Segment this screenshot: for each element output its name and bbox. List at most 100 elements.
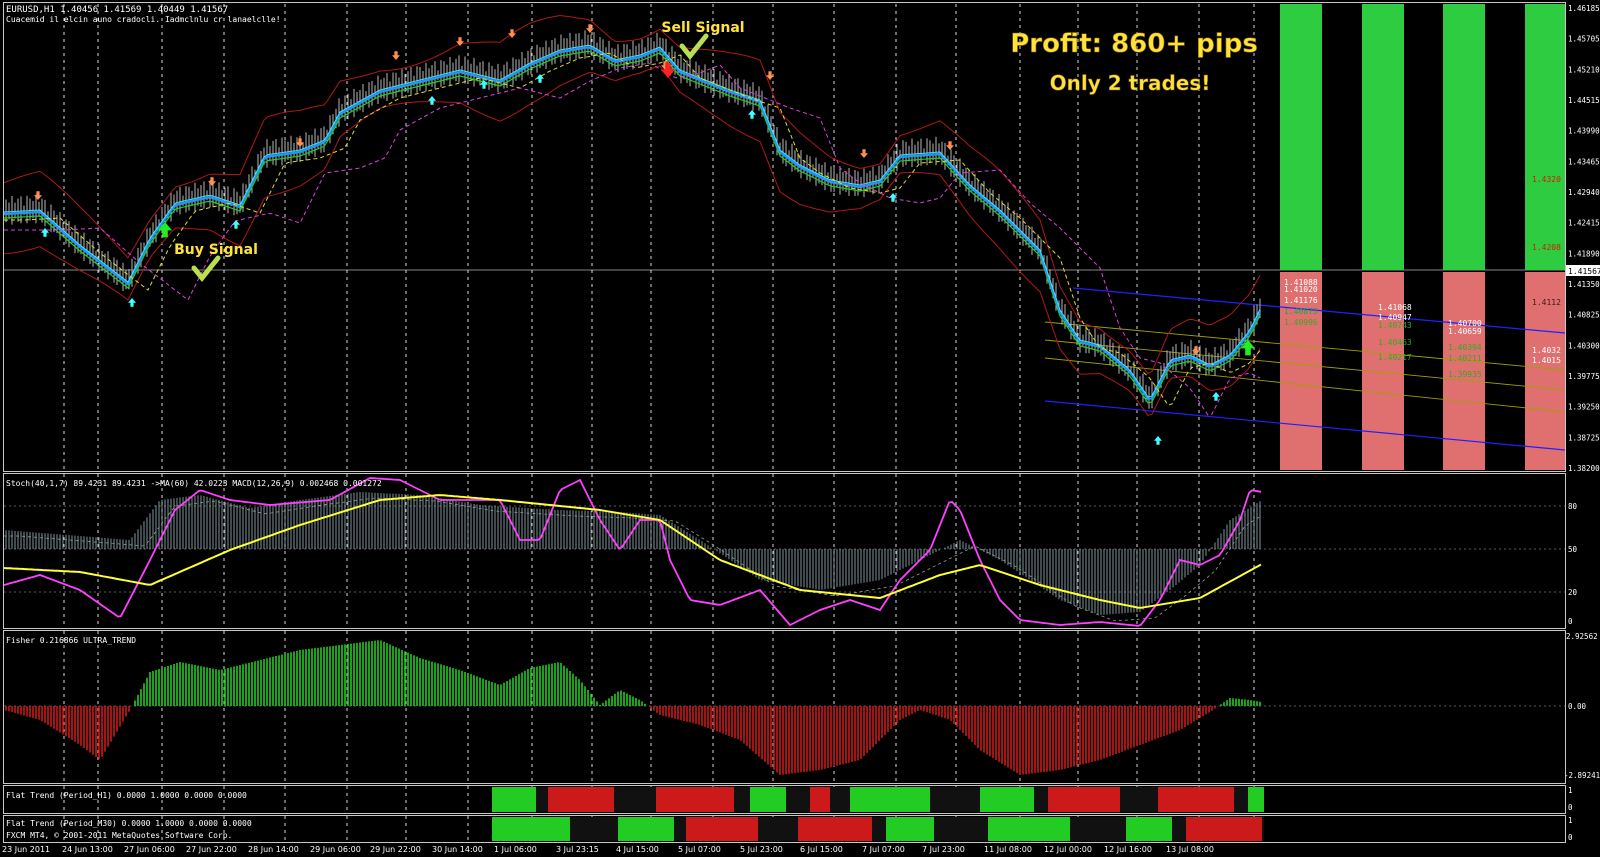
flat-trend-cell xyxy=(1104,817,1106,841)
flat-trend-cell xyxy=(1166,817,1168,841)
flat-trend-cell xyxy=(758,817,760,841)
flat-trend-cell xyxy=(688,817,690,841)
flat-trend-cell xyxy=(664,817,666,841)
flat-trend-cell xyxy=(682,787,684,812)
flat-trend-cell xyxy=(932,787,934,812)
flat-trend-cell xyxy=(1224,787,1226,812)
flat-trend-cell xyxy=(744,787,746,812)
flat-trend-cell xyxy=(1046,817,1048,841)
flat-trend-cell xyxy=(1240,817,1242,841)
svg-text:1.41176: 1.41176 xyxy=(1284,296,1318,305)
time-axis-label: 27 Jun 06:00 xyxy=(124,845,175,854)
flat-trend-cell xyxy=(1100,787,1102,812)
flat-trend-cell xyxy=(840,787,842,812)
flat-trend-cell xyxy=(520,787,522,812)
flat-trend-cell xyxy=(982,787,984,812)
flat-trend-cell xyxy=(692,787,694,812)
flat-trend-cell xyxy=(684,817,686,841)
flat-trend-cell xyxy=(986,787,988,812)
flat-trend-cell xyxy=(1006,787,1008,812)
flat-trend-cell xyxy=(968,817,970,841)
svg-text:1.40743: 1.40743 xyxy=(1378,321,1412,330)
flat-trend-cell xyxy=(1162,817,1164,841)
flat-trend-cell xyxy=(952,817,954,841)
flat-trend-cell xyxy=(528,787,530,812)
flat-trend-cell xyxy=(870,787,872,812)
flat-trend-cell xyxy=(810,817,812,841)
flat-trend-cell xyxy=(1192,787,1194,812)
flat-trend-cell xyxy=(668,787,670,812)
trading-chart[interactable]: EURUSD,H1 1.40456 1.41569 1.40449 1.4156… xyxy=(0,0,1600,857)
flat-trend-cell xyxy=(774,787,776,812)
flat-trend-cell xyxy=(950,817,952,841)
flat-trend-cell xyxy=(620,817,622,841)
flat-trend-cell xyxy=(1106,787,1108,812)
zone-label-red-a: 1.4032 xyxy=(1532,346,1561,355)
time-axis-label: 28 Jun 14:00 xyxy=(248,845,299,854)
flat-trend-cell xyxy=(514,817,516,841)
flat-trend-cell xyxy=(686,787,688,812)
flat-trend-cell xyxy=(768,787,770,812)
flat-trend-cell xyxy=(1236,817,1238,841)
time-axis-label: 23 Jun 2011 xyxy=(2,845,50,854)
flat-trend-cell xyxy=(1116,787,1118,812)
flat-trend-cell xyxy=(894,787,896,812)
flat-trend-cell xyxy=(1174,787,1176,812)
flat-trend-cell xyxy=(612,817,614,841)
flat-trend-cell xyxy=(960,817,962,841)
flat-trend-cell xyxy=(1060,817,1062,841)
flat-trend-cell xyxy=(1008,787,1010,812)
flat-trend-cell xyxy=(816,787,818,812)
flat-trend-cell xyxy=(1080,787,1082,812)
flat-trend-cell xyxy=(552,817,554,841)
svg-text:1.39935: 1.39935 xyxy=(1448,370,1482,379)
flat-trend-cell xyxy=(794,787,796,812)
flat-trend-cell xyxy=(890,817,892,841)
flat-trend-cell xyxy=(828,787,830,812)
flat-trend-cell xyxy=(1208,787,1210,812)
flat-trend-cell xyxy=(890,787,892,812)
flat-trend-cell xyxy=(1186,817,1188,841)
flat-trend-cell xyxy=(690,787,692,812)
flat-trend-cell xyxy=(722,787,724,812)
flat-trend-cell xyxy=(630,787,632,812)
flat-trend-cell xyxy=(792,817,794,841)
flat-trend-cell xyxy=(1196,817,1198,841)
flat-trend-cell xyxy=(818,787,820,812)
flat-trend-cell xyxy=(726,787,728,812)
flat-trend-cell xyxy=(628,787,630,812)
flat-trend-cell xyxy=(718,817,720,841)
flat-trend-cell xyxy=(942,817,944,841)
flat-trend-cell xyxy=(540,817,542,841)
flat-trend-cell xyxy=(1040,817,1042,841)
flat-trend-cell xyxy=(564,817,566,841)
flat-trend-cell xyxy=(946,787,948,812)
price-axis-label: 1.41350 xyxy=(1568,280,1600,289)
flat-trend-cell xyxy=(582,817,584,841)
flat-trend-cell xyxy=(1116,817,1118,841)
flat-trend-cell xyxy=(1128,817,1130,841)
flat-trend-cell xyxy=(618,817,620,841)
time-axis-label: 4 Jul 15:00 xyxy=(616,845,659,854)
price-axis-label: 1.39250 xyxy=(1568,403,1600,412)
flat-trend-cell xyxy=(736,787,738,812)
flat-trend-cell xyxy=(858,787,860,812)
flat-trend-cell xyxy=(1240,787,1242,812)
flat-trend-cell xyxy=(540,787,542,812)
flat-trend-cell xyxy=(1108,787,1110,812)
flat-trend-cell xyxy=(940,787,942,812)
flat-trend-cell xyxy=(868,787,870,812)
flat-trend-cell xyxy=(734,817,736,841)
flat-trend-cell xyxy=(616,787,618,812)
flat-trend-cell xyxy=(654,787,656,812)
flat-trend-cell xyxy=(652,787,654,812)
flat-trend-cell xyxy=(912,787,914,812)
flat-trend-cell xyxy=(598,787,600,812)
flat-trend-cell xyxy=(762,787,764,812)
flat-trend-cell xyxy=(1106,817,1108,841)
flat-trend-cell xyxy=(656,817,658,841)
flat-trend-cell xyxy=(980,817,982,841)
flat-trend-cell xyxy=(932,817,934,841)
flat-trend-cell xyxy=(670,817,672,841)
flat-trend-cell xyxy=(616,817,618,841)
